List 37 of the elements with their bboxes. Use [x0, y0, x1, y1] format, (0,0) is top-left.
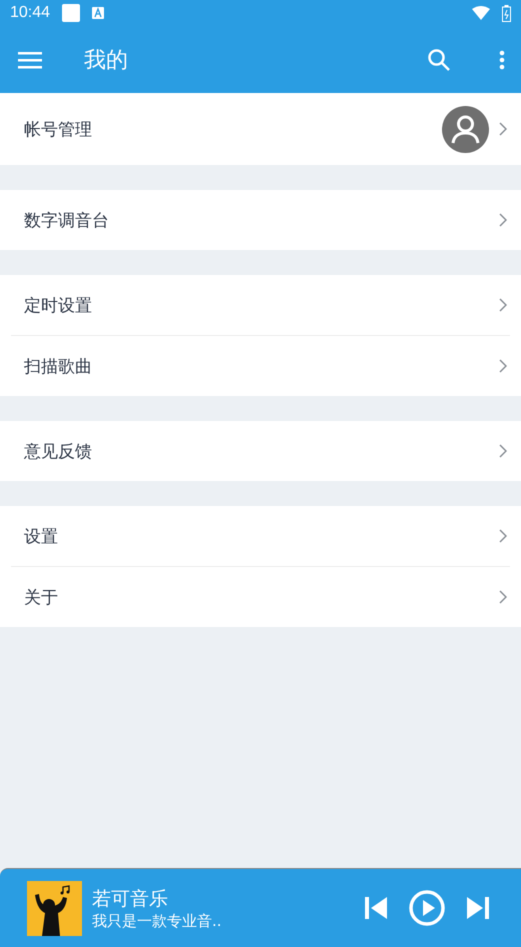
page-title: 我的: [84, 46, 129, 74]
chevron-icon: [499, 444, 507, 458]
song-title: 若可音乐: [92, 886, 169, 912]
chevron-icon: [499, 590, 507, 604]
list-item[interactable]: 意见反馈: [0, 421, 521, 481]
chevron-icon: [499, 359, 507, 373]
list-item[interactable]: 关于: [0, 567, 521, 627]
battery-icon: [502, 4, 511, 22]
album-cover-icon: [27, 880, 82, 936]
item-label: 帐号管理: [24, 118, 93, 140]
item-label: 设置: [24, 526, 59, 548]
item-label: 扫描歌曲: [24, 356, 93, 378]
avatar-icon: [442, 106, 489, 152]
more-button[interactable]: [499, 50, 505, 70]
notification-icon: [92, 7, 104, 19]
item-label: 关于: [24, 586, 59, 608]
chevron-icon: [499, 529, 507, 543]
status-time: 10:44: [10, 4, 50, 22]
list-item[interactable]: 数字调音台: [0, 190, 521, 250]
item-label: 意见反馈: [24, 440, 93, 462]
chevron-icon: [499, 122, 507, 136]
item-label: 数字调音台: [24, 210, 110, 232]
menu-button[interactable]: [18, 50, 42, 68]
wifi-icon: [472, 6, 490, 20]
search-button[interactable]: [427, 48, 451, 72]
play-button[interactable]: [409, 890, 445, 926]
chevron-icon: [499, 298, 507, 312]
chevron-icon: [499, 213, 507, 227]
next-button[interactable]: [467, 897, 489, 919]
list-item[interactable]: 扫描歌曲: [0, 336, 521, 396]
previous-button[interactable]: [365, 897, 387, 919]
list-item[interactable]: 帐号管理: [0, 93, 521, 165]
song-subtitle: 我只是一款专业音..: [92, 912, 223, 930]
notification-icon: [62, 4, 80, 22]
list-item[interactable]: 设置: [0, 506, 521, 566]
list-item[interactable]: 定时设置: [0, 275, 521, 335]
item-label: 定时设置: [24, 294, 93, 316]
